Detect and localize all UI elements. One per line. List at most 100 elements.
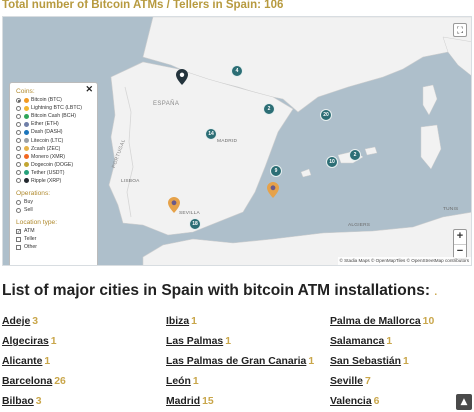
city-item: Las Palmas 1: [166, 336, 326, 356]
coin-radio[interactable]: [16, 138, 21, 144]
coin-radio[interactable]: [16, 162, 21, 168]
coin-radio[interactable]: [16, 121, 21, 127]
cluster-marker[interactable]: 2: [349, 149, 361, 161]
location-type-option[interactable]: Other: [16, 243, 97, 251]
city-item: Valencia 6: [330, 396, 474, 412]
city-item: León 1: [166, 376, 326, 396]
coin-radio[interactable]: [16, 154, 21, 160]
city-item: Adeje 3: [2, 316, 162, 336]
location-type-label: ATM: [24, 228, 35, 235]
operation-radio[interactable]: [16, 199, 21, 205]
city-atm-count: 7: [364, 376, 371, 387]
coin-option[interactable]: Litecoin (LTC): [16, 136, 97, 144]
cluster-marker[interactable]: 9: [270, 165, 282, 177]
label-tunis: TUNIS: [443, 207, 459, 212]
city-atm-count: 1: [225, 336, 231, 347]
city-link[interactable]: Adeje: [2, 316, 30, 327]
location-type-checkbox[interactable]: ✓: [16, 228, 21, 234]
zoom-out-button[interactable]: −: [454, 244, 466, 258]
operation-option[interactable]: Buy: [16, 198, 97, 206]
city-link[interactable]: Ibiza: [166, 316, 189, 327]
city-link[interactable]: Madrid: [166, 396, 200, 407]
coin-radio[interactable]: [16, 113, 21, 119]
map-pin-orange[interactable]: [267, 182, 279, 198]
city-link[interactable]: León: [166, 376, 191, 387]
coin-icon: [24, 97, 29, 103]
city-link[interactable]: Las Palmas de Gran Canaria: [166, 356, 306, 367]
arrow-up-icon[interactable]: ▲: [456, 394, 472, 410]
coin-option[interactable]: Lightning BTC (LBTC): [16, 104, 97, 112]
operations-list: Buy Sell: [16, 198, 97, 214]
city-link[interactable]: San Sebastián: [330, 356, 401, 367]
map-pin-dark[interactable]: [176, 69, 188, 85]
atm-map[interactable]: ESPAÑA MADRID PORTUGAL LISBOA SEVILLA AL…: [2, 16, 472, 266]
coin-radio[interactable]: [16, 170, 21, 176]
cluster-marker[interactable]: 2: [263, 103, 275, 115]
location-type-label: Other: [24, 244, 37, 251]
title-dot: .: [434, 287, 438, 298]
city-atm-count: 3: [32, 316, 39, 327]
coin-option[interactable]: Ripple (XRP): [16, 177, 97, 185]
coin-radio[interactable]: [16, 146, 21, 152]
coin-label: Lightning BTC (LBTC): [31, 105, 83, 112]
map-attribution[interactable]: © Stadia Maps © OpenMapTiles © OpenStree…: [337, 257, 471, 265]
location-type-checkbox[interactable]: [16, 236, 21, 242]
coin-label: Monero (XMR): [31, 153, 66, 160]
cluster-marker[interactable]: 4: [231, 65, 243, 77]
city-link[interactable]: Salamanca: [330, 336, 384, 347]
operation-option[interactable]: Sell: [16, 206, 97, 214]
operations-heading: Operations:: [16, 190, 51, 198]
zoom-in-button[interactable]: +: [454, 230, 466, 244]
coin-radio[interactable]: [16, 178, 21, 184]
cluster-marker[interactable]: 18: [189, 218, 201, 230]
location-type-checkbox[interactable]: [16, 244, 21, 250]
city-link[interactable]: Bilbao: [2, 396, 34, 407]
coin-radio[interactable]: [16, 105, 21, 111]
coin-label: Bitcoin (BTC): [31, 97, 62, 104]
fullscreen-icon[interactable]: ⛶: [453, 23, 467, 37]
coin-option[interactable]: Zcash (ZEC): [16, 145, 97, 153]
cities-list-title: List of major cities in Spain with bitco…: [2, 282, 472, 302]
coin-label: Ripple (XRP): [31, 177, 62, 184]
cluster-marker[interactable]: 10: [326, 156, 338, 168]
coin-label: Ether (ETH): [31, 121, 59, 128]
city-atm-count: 1: [192, 376, 199, 387]
city-item: Palma de Mallorca 10: [330, 316, 474, 336]
coin-option[interactable]: Ether (ETH): [16, 120, 97, 128]
coin-option[interactable]: Bitcoin Cash (BCH): [16, 112, 97, 120]
location-type-heading: Location type:: [16, 219, 58, 227]
coin-option[interactable]: Bitcoin (BTC): [16, 96, 97, 104]
city-link[interactable]: Valencia: [330, 396, 372, 407]
city-link[interactable]: Alicante: [2, 356, 42, 367]
cluster-marker[interactable]: 14: [205, 128, 217, 140]
operation-radio[interactable]: [16, 207, 21, 213]
location-type-option[interactable]: Teller: [16, 235, 97, 243]
city-atm-count: 1: [50, 336, 57, 347]
city-column-3: Palma de Mallorca 10 Salamanca 1 San Sebasti…: [330, 316, 474, 412]
city-link[interactable]: Algeciras: [2, 336, 49, 347]
coin-radio[interactable]: [16, 97, 21, 103]
map-pin-orange[interactable]: [168, 197, 180, 213]
filter-panel: ✕ Coins: Bitcoin (BTC) Lightning BTC (LBT…: [9, 82, 98, 265]
city-atm-count: 26: [54, 376, 66, 387]
city-atm-count: 1: [386, 336, 393, 347]
label-espana: ESPAÑA: [153, 101, 180, 107]
cluster-marker[interactable]: 20: [320, 109, 332, 121]
coin-icon: [24, 121, 29, 127]
coin-option[interactable]: Dash (DASH): [16, 128, 97, 136]
city-item: Bilbao 3: [2, 396, 162, 412]
location-type-option[interactable]: ✓ ATM: [16, 227, 97, 235]
city-item: Barcelona 26: [2, 376, 162, 396]
city-atm-count: 3: [35, 396, 42, 407]
coin-option[interactable]: Monero (XMR): [16, 153, 97, 161]
close-icon[interactable]: ✕: [85, 84, 93, 95]
city-item: Alicante 1: [2, 356, 162, 376]
city-link[interactable]: Seville: [330, 376, 363, 387]
coin-option[interactable]: Dogecoin (DOGE): [16, 161, 97, 169]
city-link[interactable]: Barcelona: [2, 376, 52, 387]
city-link[interactable]: Las Palmas: [166, 336, 223, 347]
coin-option[interactable]: Tether (USDT): [16, 169, 97, 177]
city-atm-count: 1: [403, 356, 409, 367]
coin-radio[interactable]: [16, 129, 21, 135]
city-link[interactable]: Palma de Mallorca: [330, 316, 421, 327]
